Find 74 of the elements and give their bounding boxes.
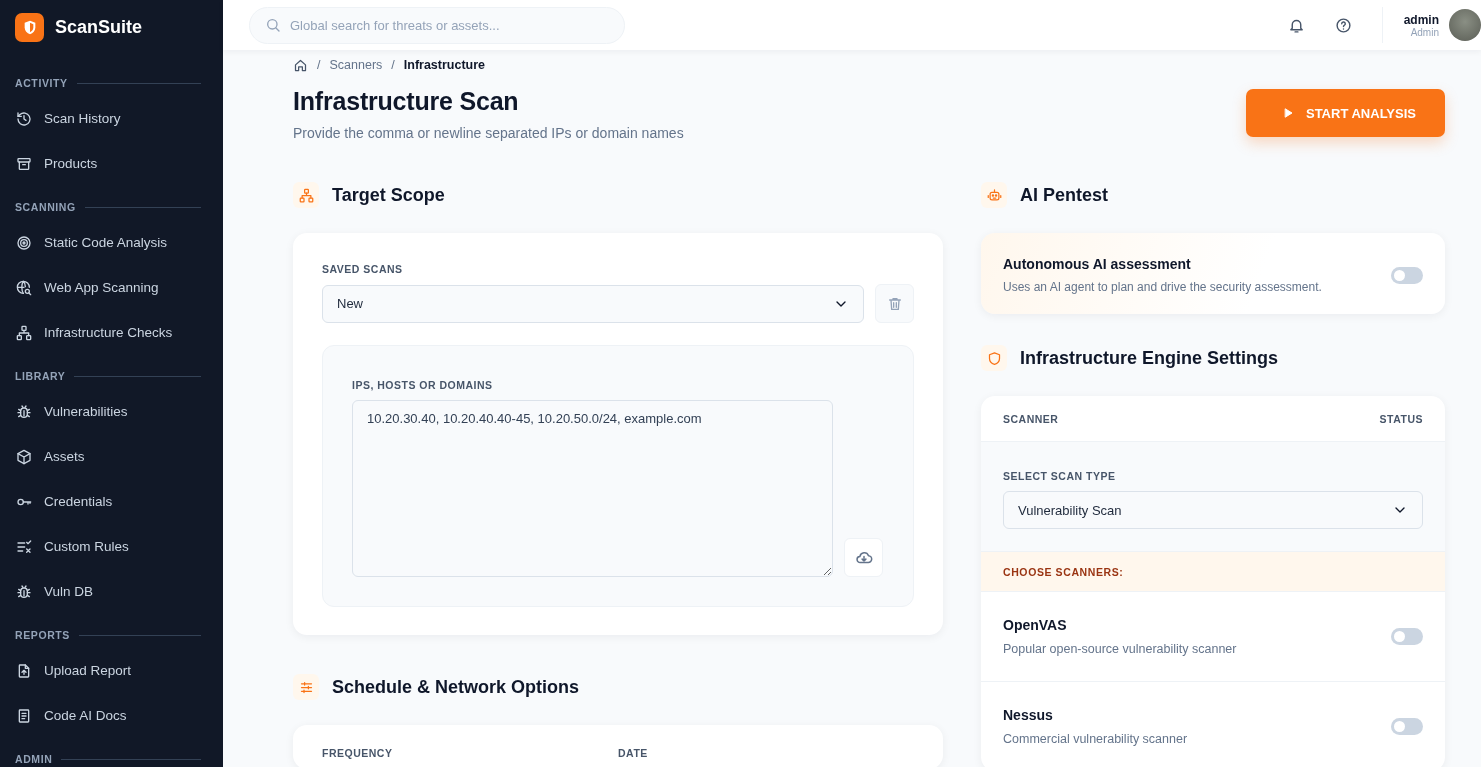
network-icon — [298, 187, 314, 203]
scan-type-dropdown[interactable]: Vulnerability Scan — [1003, 491, 1423, 529]
field-label: DATE — [618, 747, 649, 759]
sidebar-item[interactable]: Products — [0, 141, 223, 186]
sidebar-item[interactable]: Custom Rules — [0, 524, 223, 569]
bug-icon — [16, 403, 32, 420]
field-label: SAVED SCANS — [322, 263, 404, 275]
targets-input-field[interactable]: 10.20.30.40, 10.20.40.40-45, 10.20.50.0/24, example.com — [352, 400, 833, 577]
section-label: ACTIVITY — [15, 77, 68, 89]
section-label: SCANNING — [15, 201, 76, 213]
sidebar-item[interactable]: Static Code Analysis — [0, 220, 223, 265]
section-title: Target Scope — [332, 184, 445, 206]
scanner-name: OpenVAS — [1003, 617, 1068, 633]
archive-icon — [16, 155, 32, 172]
section-label: CHOOSE SCANNERS: — [981, 552, 1445, 591]
breadcrumb-separator: / — [391, 58, 395, 72]
history-icon — [16, 110, 32, 127]
cube-icon — [16, 448, 32, 465]
sidebar-item[interactable]: Assets — [0, 434, 223, 479]
section-label: ADMIN — [15, 753, 53, 765]
shield-icon — [986, 350, 1002, 366]
section-title: Infrastructure Engine Settings — [1020, 347, 1279, 369]
file-upload-icon — [16, 662, 32, 679]
upload-button[interactable] — [844, 538, 883, 577]
user-role: Admin — [1410, 26, 1439, 38]
bug-icon — [16, 583, 32, 600]
toggle-switch[interactable] — [1391, 266, 1423, 284]
section-label: LIBRARY — [15, 370, 66, 382]
option-title: Autonomous AI assessment — [1003, 256, 1192, 272]
help-icon[interactable] — [1335, 16, 1353, 34]
home-icon[interactable] — [293, 57, 308, 73]
field-label: IPS, HOSTS OR DOMAINS — [352, 379, 494, 391]
logo-icon — [15, 13, 44, 42]
sidebar-item[interactable]: Upload Report — [0, 648, 223, 693]
field-label: SELECT SCAN TYPE — [1003, 470, 1117, 482]
network-icon — [16, 324, 32, 341]
sidebar-item[interactable]: Infrastructure Checks — [0, 310, 223, 355]
page-title: Infrastructure Scan — [293, 86, 520, 116]
trash-icon — [886, 295, 903, 312]
section-label: REPORTS — [15, 629, 70, 641]
search-icon — [265, 16, 281, 33]
page-subtitle: Provide the comma or newline separated IPs or domain names — [293, 125, 684, 141]
sliders-icon — [298, 679, 314, 695]
scanner-description: Commercial vulnerability scanner — [1003, 732, 1188, 746]
delete-button[interactable] — [875, 284, 914, 323]
section-title: AI Pentest — [1020, 184, 1109, 206]
app-name: ScanSuite — [55, 17, 143, 38]
user-name: admin — [1403, 12, 1439, 27]
section-title: Schedule & Network Options — [332, 676, 580, 698]
sidebar-item[interactable]: Credentials — [0, 479, 223, 524]
avatar[interactable] — [1449, 9, 1481, 41]
breadcrumb-current: Infrastructure — [403, 58, 486, 72]
scanner-description: Popular open-source vulnerability scanner — [1003, 642, 1237, 656]
scanner-name: Nessus — [1003, 707, 1054, 723]
sidebar-item[interactable]: Vuln DB — [0, 569, 223, 614]
breadcrumb-separator: / — [317, 58, 321, 72]
sidebar-item[interactable]: Web App Scanning — [0, 265, 223, 310]
checklist-icon — [16, 538, 32, 555]
column-header: STATUS — [1379, 412, 1423, 425]
column-header: SCANNER — [1003, 412, 1059, 425]
document-icon — [16, 707, 32, 724]
field-label: FREQUENCY — [322, 747, 394, 759]
globe-search-icon — [16, 279, 32, 296]
breadcrumb-link[interactable]: Scanners — [329, 58, 383, 72]
sidebar-item[interactable]: Vulnerabilities — [0, 389, 223, 434]
target-icon — [16, 234, 32, 251]
search-field[interactable]: Global search for threats or assets... — [249, 6, 625, 44]
toggle-switch[interactable] — [1391, 628, 1423, 645]
robot-icon — [986, 187, 1002, 203]
saved-scans-dropdown[interactable]: New — [322, 284, 864, 323]
option-description: Uses an AI agent to plan and drive the security assessment. — [1003, 280, 1322, 294]
sidebar-item[interactable]: Code AI Docs — [0, 693, 223, 738]
sidebar-item[interactable]: Scan History — [0, 96, 223, 141]
toggle-switch[interactable] — [1391, 718, 1423, 735]
